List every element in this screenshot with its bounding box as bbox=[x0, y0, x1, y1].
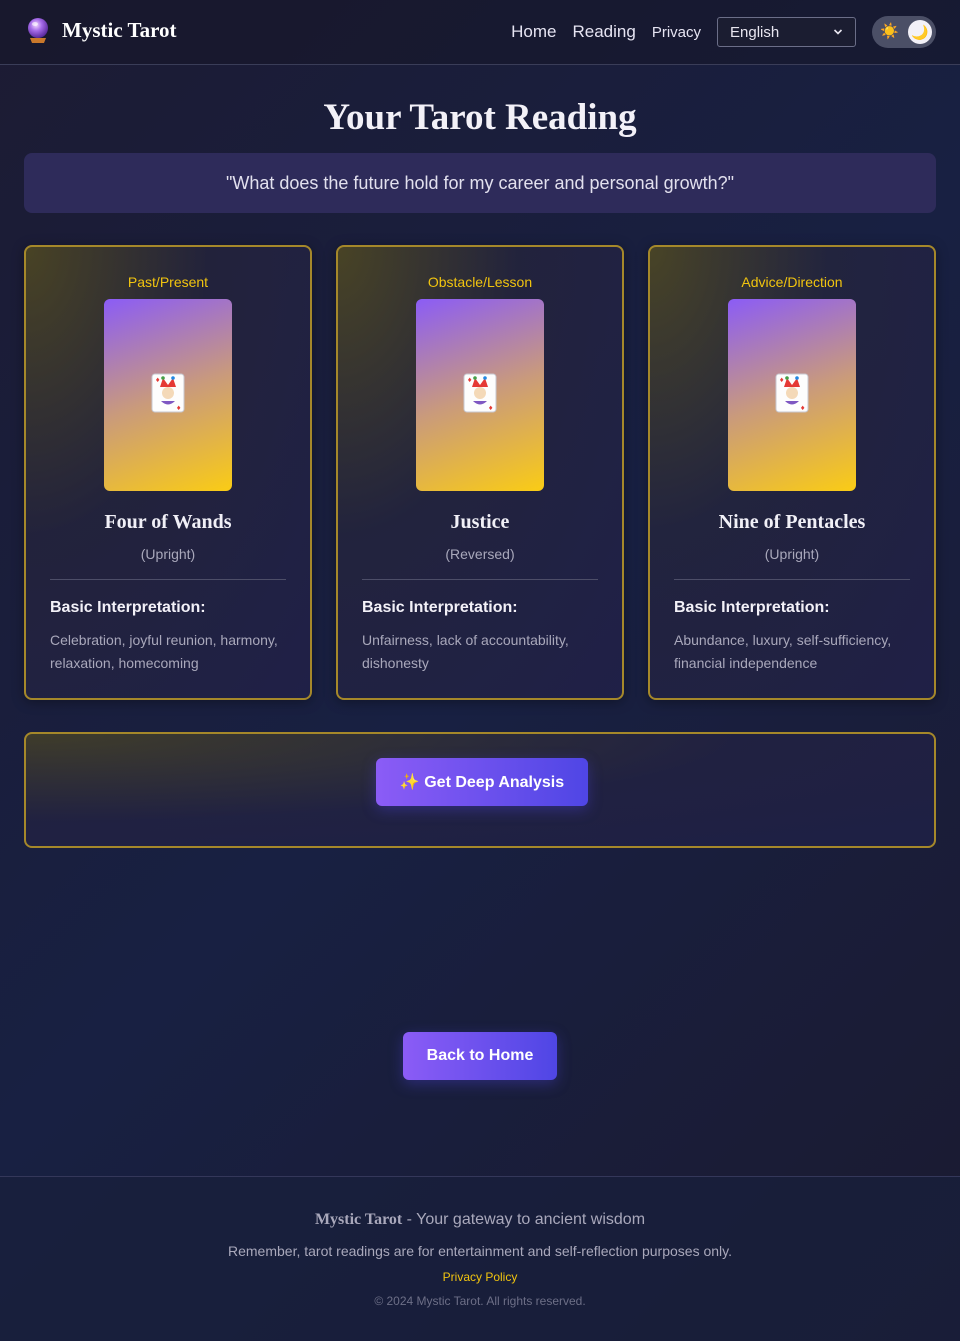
card-image: ♦ ♦ bbox=[416, 299, 544, 491]
theme-toggle[interactable]: ☀️ 🌙 bbox=[872, 16, 936, 48]
tarot-card-panel: Past/Present ♦ ♦ Four of Wands (Upright)… bbox=[24, 245, 312, 700]
interpretation-heading: Basic Interpretation: bbox=[362, 599, 518, 616]
svg-text:♦: ♦ bbox=[176, 405, 181, 412]
nav-link-home[interactable]: Home bbox=[511, 22, 556, 42]
reading-question: "What does the future hold for my career… bbox=[24, 153, 936, 213]
svg-text:♦: ♦ bbox=[488, 405, 493, 412]
nav-link-privacy[interactable]: Privacy bbox=[652, 24, 701, 41]
interpretation-heading: Basic Interpretation: bbox=[50, 599, 206, 616]
tarot-card-panel: Obstacle/Lesson ♦ ♦ Justice (Reversed) B… bbox=[336, 245, 624, 700]
divider bbox=[674, 579, 910, 580]
card-name: Nine of Pentacles bbox=[718, 511, 866, 533]
card-position-label: Obstacle/Lesson bbox=[427, 274, 533, 290]
footer-copyright: © 2024 Mystic Tarot. All rights reserved… bbox=[374, 1294, 586, 1308]
tarot-card-panel: Advice/Direction ♦ ♦ Nine of Pentacles (… bbox=[648, 245, 936, 700]
footer-tagline: Mystic Tarot - Your gateway to ancient w… bbox=[0, 1211, 960, 1229]
page-title: Your Tarot Reading bbox=[323, 97, 637, 138]
interpretation-text: Abundance, luxury, self-sufficiency, fin… bbox=[674, 632, 892, 671]
card-position-label: Advice/Direction bbox=[741, 274, 843, 290]
card-orientation: (Upright) bbox=[140, 546, 196, 562]
get-deep-analysis-button[interactable]: ✨ Get Deep Analysis bbox=[376, 758, 588, 806]
top-navigation-bar: Mystic Tarot Home Reading Privacy Englis… bbox=[0, 0, 960, 65]
back-to-home-button[interactable]: Back to Home bbox=[403, 1032, 557, 1080]
chevron-down-icon bbox=[833, 29, 843, 35]
crystal-ball-icon bbox=[24, 16, 52, 44]
card-orientation: (Reversed) bbox=[445, 546, 515, 562]
footer-tagline-text: - Your gateway to ancient wisdom bbox=[402, 1211, 646, 1228]
card-image: ♦ ♦ bbox=[728, 299, 856, 491]
interpretation-text: Celebration, joyful reunion, harmony, re… bbox=[50, 632, 278, 671]
language-select[interactable]: English bbox=[717, 17, 856, 47]
interpretation-text: Unfairness, lack of accountability, dish… bbox=[362, 632, 569, 671]
card-name: Four of Wands bbox=[104, 511, 232, 533]
card-image: ♦ ♦ bbox=[104, 299, 232, 491]
footer: Mystic Tarot - Your gateway to ancient w… bbox=[0, 1176, 960, 1341]
joker-card-icon: ♦ ♦ bbox=[775, 373, 809, 418]
moon-icon: 🌙 bbox=[908, 20, 932, 44]
svg-text:♦: ♦ bbox=[155, 377, 160, 384]
svg-text:♦: ♦ bbox=[779, 377, 784, 384]
brand[interactable]: Mystic Tarot bbox=[24, 16, 177, 44]
nav-link-reading[interactable]: Reading bbox=[572, 22, 635, 42]
joker-card-icon: ♦ ♦ bbox=[463, 373, 497, 418]
card-orientation: (Upright) bbox=[764, 546, 820, 562]
divider bbox=[362, 579, 598, 580]
brand-name: Mystic Tarot bbox=[62, 17, 177, 42]
deep-analysis-panel: ✨ Get Deep Analysis bbox=[24, 732, 936, 848]
card-name: Justice bbox=[450, 511, 510, 533]
card-position-label: Past/Present bbox=[127, 274, 209, 290]
footer-privacy-link[interactable]: Privacy Policy bbox=[0, 1270, 960, 1284]
footer-brand: Mystic Tarot bbox=[314, 1211, 403, 1228]
joker-card-icon: ♦ ♦ bbox=[151, 373, 185, 418]
footer-disclaimer: Remember, tarot readings are for enterta… bbox=[228, 1243, 732, 1259]
main-nav: Home Reading Privacy English ☀️ 🌙 bbox=[511, 16, 936, 48]
sun-icon: ☀️ bbox=[880, 23, 899, 40]
language-select-value: English bbox=[730, 23, 780, 41]
divider bbox=[50, 579, 286, 580]
interpretation-heading: Basic Interpretation: bbox=[674, 599, 830, 616]
svg-text:♦: ♦ bbox=[467, 377, 472, 384]
svg-text:♦: ♦ bbox=[800, 405, 805, 412]
